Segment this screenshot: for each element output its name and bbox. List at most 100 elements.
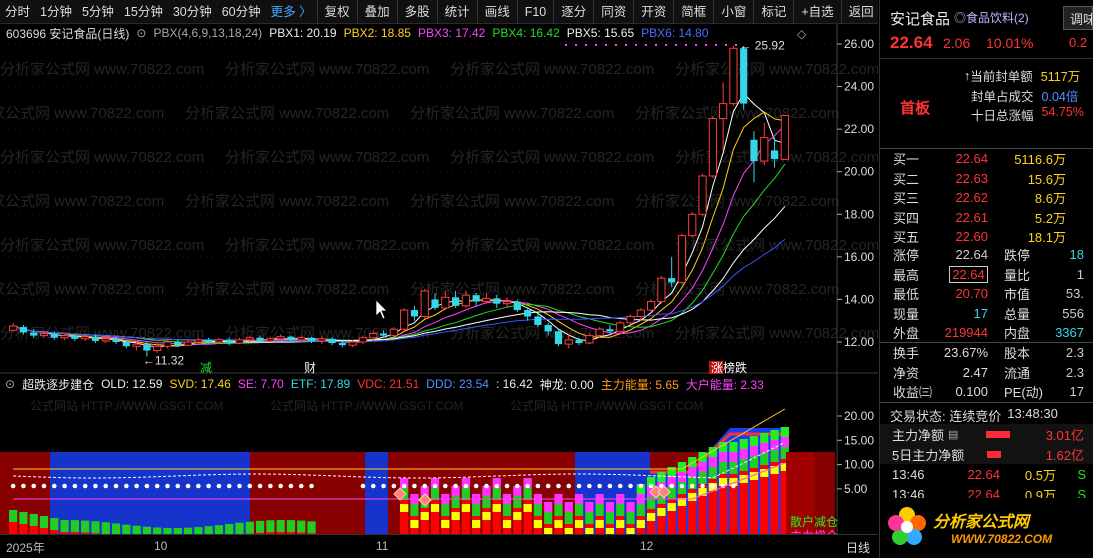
signal-dot	[566, 483, 572, 489]
trade-status-row: 交易状态: 连续竞价 13:48:30	[880, 402, 1093, 425]
period-tab-5min[interactable]: 5分钟	[77, 0, 119, 24]
candle-body	[60, 335, 69, 339]
sub-bar-yellow	[400, 504, 409, 512]
stat-label: 收益㈢	[893, 385, 933, 401]
bid-row[interactable]: 买一 22.64 5116.6万	[880, 149, 1093, 169]
candle-body	[760, 137, 769, 162]
bid-volume: 15.6万	[1027, 171, 1066, 187]
candle-body	[307, 337, 316, 341]
sector-link[interactable]: ◎食品饮料(2)	[954, 9, 1029, 26]
tool-diejia[interactable]: 叠加	[356, 0, 397, 24]
ten-day-label: 十日总涨幅	[971, 109, 1034, 123]
sub-bar-green	[235, 522, 244, 534]
period-tab-30min[interactable]: 30分钟	[168, 0, 217, 24]
sub-bar-green	[626, 512, 635, 524]
candle-body	[379, 333, 388, 336]
price-change-pct: 10.01%	[986, 35, 1034, 51]
more-periods-button[interactable]: 更多 〉	[266, 0, 317, 24]
price-change: 2.06	[943, 35, 971, 51]
tool-jiankuang[interactable]: 简框	[673, 0, 713, 24]
sub-bar	[451, 486, 460, 534]
sub-bar-green	[513, 496, 522, 508]
period-tab-15min[interactable]: 15分钟	[119, 0, 168, 24]
period-daily-label[interactable]: 日线	[846, 539, 870, 556]
sub-bar	[70, 520, 79, 534]
bid-volume: 18.1万	[1027, 230, 1066, 246]
tick-row: 13:46 22.64 0.5万 S	[880, 464, 1093, 484]
indicator-name[interactable]: PBX(4,6,9,13,18,24)	[153, 26, 262, 40]
candle-body	[729, 47, 738, 105]
info-icon[interactable]: ▤	[948, 428, 958, 441]
sub-bar	[204, 526, 213, 534]
bid-row[interactable]: 买四 22.61 5.2万	[880, 208, 1093, 228]
candle-body	[245, 337, 254, 341]
tool-tongji[interactable]: 统计	[436, 0, 477, 24]
tool-fuquan[interactable]: 复权	[316, 0, 357, 24]
sub-bar-yellow	[574, 520, 584, 528]
candle-body	[194, 339, 203, 343]
candle-body	[472, 295, 480, 302]
candle-body	[451, 297, 460, 306]
tool-tongzi[interactable]: 同资	[593, 0, 633, 24]
pbx1-value: PBX1: 20.19	[269, 26, 337, 40]
sub-bar	[19, 512, 28, 534]
tool-huaxian[interactable]: 画线	[476, 0, 517, 24]
sub-bar-green	[9, 510, 18, 522]
sub-chart: 散户减仓主力增仓	[0, 408, 838, 534]
signal-dot	[103, 483, 109, 489]
back-button[interactable]: 返回	[840, 0, 881, 24]
tool-biaoji[interactable]: 标记	[753, 0, 793, 24]
sub-collapse-icon[interactable]: ⊙	[5, 377, 15, 391]
tool-kaizi[interactable]: 开资	[633, 0, 673, 24]
sub-bar-red	[9, 522, 18, 534]
tool-duogu[interactable]: 多股	[396, 0, 437, 24]
sub-indicator-name[interactable]: 超跌逐步建仓	[22, 376, 94, 393]
sub-bar-green	[204, 526, 213, 534]
watermark-text: 分析家公式网 www.70822.com	[185, 105, 389, 122]
candle	[698, 173, 707, 217]
tiaowei-button[interactable]: 调味	[1063, 6, 1093, 30]
shenlong-value: 神龙: 0.00	[539, 377, 594, 392]
stat-row: 净资 2.47 流通 2.3	[880, 363, 1093, 383]
stock-code-name: 603696 安记食品(日线)	[6, 26, 130, 41]
bid-row[interactable]: 买五 22.60 18.1万	[880, 227, 1093, 247]
sub-bar-green	[91, 521, 100, 534]
bid-row[interactable]: 买三 22.62 8.6万	[880, 188, 1093, 208]
sub-bar-green	[194, 527, 203, 534]
stat-value: 219944	[944, 325, 988, 341]
signal-dot	[31, 483, 37, 489]
collapse-icon[interactable]: ⊙	[136, 26, 146, 40]
old-value: OLD: 12.59	[101, 377, 163, 391]
sub-bar-green	[70, 520, 79, 533]
signal-dot	[288, 483, 294, 489]
period-tabs: 分时 1分钟 5分钟 15分钟 30分钟 60分钟 更多 〉	[0, 0, 317, 24]
candle-body	[297, 337, 306, 341]
bid-row[interactable]: 买二 22.63 15.6万	[880, 169, 1093, 189]
candle-body	[153, 345, 162, 352]
tool-zixuan[interactable]: +自选	[793, 0, 840, 24]
signal-dot	[278, 483, 283, 489]
signal-dot	[504, 483, 510, 489]
sub-bar-green	[636, 504, 645, 516]
candle-body	[616, 322, 625, 332]
candle	[719, 82, 728, 151]
sub-bar-green	[214, 525, 224, 534]
sub-bar-green	[574, 504, 584, 516]
vdc-value: VDC: 21.51	[357, 377, 420, 391]
sub-bar	[276, 520, 285, 534]
period-tab-1min[interactable]: 1分钟	[35, 0, 77, 24]
tool-zhufen[interactable]: 逐分	[553, 0, 593, 24]
stat-row: 外盘 219944 内盘 3367	[880, 323, 1093, 343]
tool-f10[interactable]: F10	[516, 0, 554, 24]
stat-label: 最高	[893, 267, 920, 283]
period-tab-60min[interactable]: 60分钟	[217, 0, 266, 24]
signal-dot	[134, 483, 139, 489]
tool-xiaochuang[interactable]: 小窗	[713, 0, 753, 24]
candle	[400, 307, 409, 331]
period-tab-fenshi[interactable]: 分时	[0, 0, 35, 24]
logo-banner[interactable]: 分析家公式网 WWW.70822.COM	[881, 498, 1093, 556]
sub-bar	[574, 494, 584, 534]
chart-area[interactable]: 分析家公式网 www.70822.com 分析家公式网 www.70822.com…	[0, 24, 878, 534]
candle-body	[19, 327, 28, 333]
stat-label: 涨停	[893, 248, 920, 264]
